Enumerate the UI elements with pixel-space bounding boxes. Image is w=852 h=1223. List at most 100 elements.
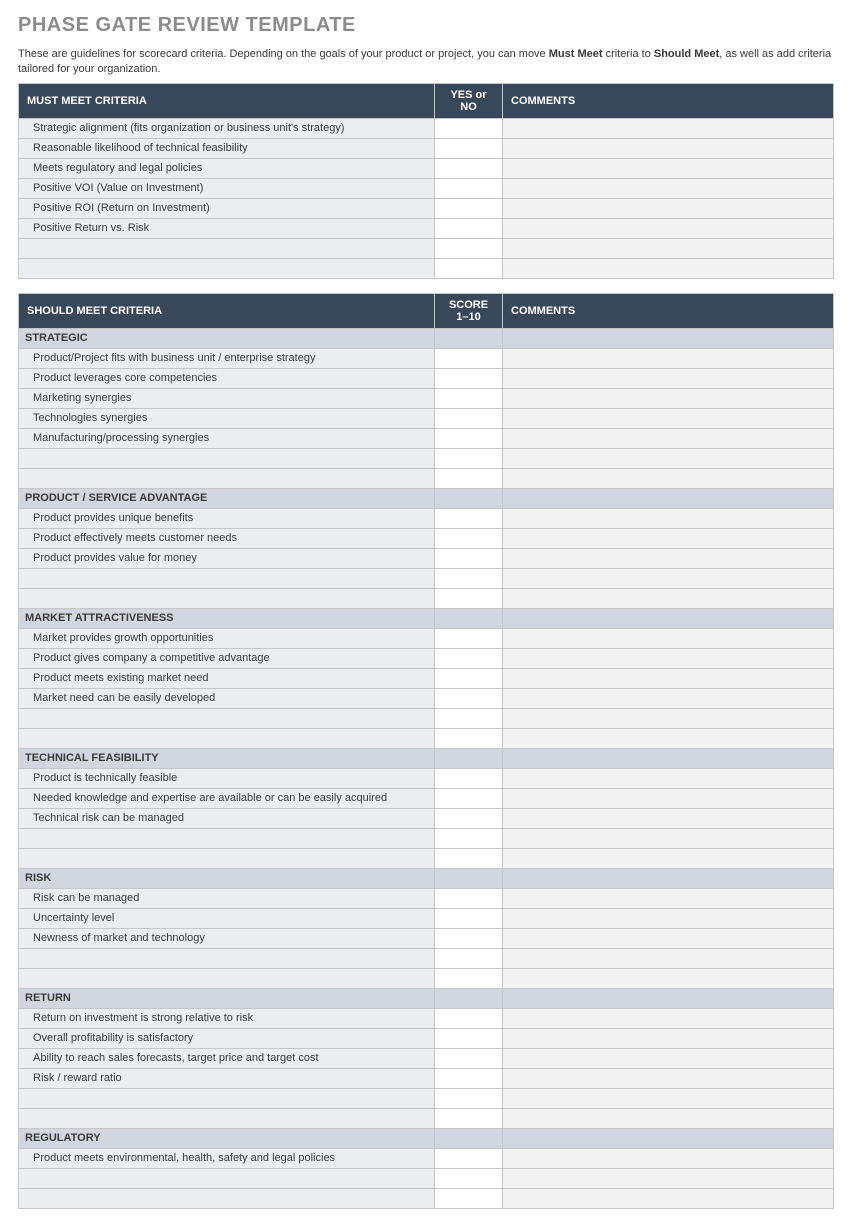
score-cell[interactable] bbox=[435, 1188, 503, 1208]
comment-cell[interactable] bbox=[503, 238, 834, 258]
comment-cell[interactable] bbox=[503, 428, 834, 448]
score-cell[interactable] bbox=[435, 828, 503, 848]
comment-cell[interactable] bbox=[503, 1188, 834, 1208]
score-cell[interactable] bbox=[435, 588, 503, 608]
score-cell[interactable] bbox=[435, 968, 503, 988]
comment-cell[interactable] bbox=[503, 848, 834, 868]
comment-cell[interactable] bbox=[503, 368, 834, 388]
score-cell[interactable] bbox=[435, 138, 503, 158]
must-header-criteria: MUST MEET CRITERIA bbox=[19, 83, 435, 118]
comment-cell[interactable] bbox=[503, 808, 834, 828]
score-cell[interactable] bbox=[435, 1068, 503, 1088]
comment-cell[interactable] bbox=[503, 138, 834, 158]
comment-cell[interactable] bbox=[503, 258, 834, 278]
score-cell[interactable] bbox=[435, 948, 503, 968]
score-cell[interactable] bbox=[435, 648, 503, 668]
score-cell[interactable] bbox=[435, 368, 503, 388]
criteria-cell bbox=[19, 568, 435, 588]
comment-cell[interactable] bbox=[503, 528, 834, 548]
comment-cell[interactable] bbox=[503, 628, 834, 648]
comment-cell[interactable] bbox=[503, 888, 834, 908]
comment-cell[interactable] bbox=[503, 1028, 834, 1048]
comment-cell[interactable] bbox=[503, 648, 834, 668]
score-cell[interactable] bbox=[435, 388, 503, 408]
comment-cell[interactable] bbox=[503, 1108, 834, 1128]
comment-cell[interactable] bbox=[503, 1148, 834, 1168]
criteria-cell: Positive VOI (Value on Investment) bbox=[19, 178, 435, 198]
comment-cell[interactable] bbox=[503, 568, 834, 588]
score-cell[interactable] bbox=[435, 628, 503, 648]
score-cell[interactable] bbox=[435, 708, 503, 728]
comment-cell[interactable] bbox=[503, 1008, 834, 1028]
criteria-cell: Marketing synergies bbox=[19, 388, 435, 408]
comment-cell[interactable] bbox=[503, 948, 834, 968]
score-cell[interactable] bbox=[435, 218, 503, 238]
comment-cell[interactable] bbox=[503, 468, 834, 488]
comment-cell[interactable] bbox=[503, 768, 834, 788]
score-cell[interactable] bbox=[435, 348, 503, 368]
comment-cell[interactable] bbox=[503, 118, 834, 138]
comment-cell[interactable] bbox=[503, 348, 834, 368]
comment-cell[interactable] bbox=[503, 968, 834, 988]
score-cell[interactable] bbox=[435, 508, 503, 528]
comment-cell[interactable] bbox=[503, 908, 834, 928]
comment-cell[interactable] bbox=[503, 1088, 834, 1108]
comment-cell[interactable] bbox=[503, 588, 834, 608]
score-cell[interactable] bbox=[435, 258, 503, 278]
intro-text: These are guidelines for scorecard crite… bbox=[18, 47, 834, 77]
score-cell[interactable] bbox=[435, 428, 503, 448]
comment-cell[interactable] bbox=[503, 158, 834, 178]
score-cell[interactable] bbox=[435, 928, 503, 948]
score-cell[interactable] bbox=[435, 1148, 503, 1168]
comment-cell[interactable] bbox=[503, 448, 834, 468]
score-cell[interactable] bbox=[435, 118, 503, 138]
comment-cell[interactable] bbox=[503, 1068, 834, 1088]
criteria-row: Positive Return vs. Risk bbox=[19, 218, 834, 238]
comment-cell[interactable] bbox=[503, 668, 834, 688]
comment-cell[interactable] bbox=[503, 508, 834, 528]
comment-cell[interactable] bbox=[503, 548, 834, 568]
comment-cell[interactable] bbox=[503, 218, 834, 238]
score-cell[interactable] bbox=[435, 668, 503, 688]
score-cell[interactable] bbox=[435, 1048, 503, 1068]
score-cell[interactable] bbox=[435, 888, 503, 908]
criteria-cell bbox=[19, 468, 435, 488]
comment-cell[interactable] bbox=[503, 828, 834, 848]
comment-cell[interactable] bbox=[503, 178, 834, 198]
score-cell[interactable] bbox=[435, 848, 503, 868]
comment-cell[interactable] bbox=[503, 408, 834, 428]
comment-cell[interactable] bbox=[503, 788, 834, 808]
criteria-cell bbox=[19, 258, 435, 278]
comment-cell[interactable] bbox=[503, 388, 834, 408]
score-cell[interactable] bbox=[435, 238, 503, 258]
score-cell[interactable] bbox=[435, 688, 503, 708]
comment-cell[interactable] bbox=[503, 728, 834, 748]
comment-cell[interactable] bbox=[503, 1168, 834, 1188]
score-cell[interactable] bbox=[435, 1168, 503, 1188]
score-cell[interactable] bbox=[435, 468, 503, 488]
comment-cell[interactable] bbox=[503, 688, 834, 708]
score-cell[interactable] bbox=[435, 728, 503, 748]
criteria-row: Product gives company a competitive adva… bbox=[19, 648, 834, 668]
score-cell[interactable] bbox=[435, 768, 503, 788]
comment-cell[interactable] bbox=[503, 1048, 834, 1068]
score-cell[interactable] bbox=[435, 528, 503, 548]
score-cell[interactable] bbox=[435, 548, 503, 568]
score-cell[interactable] bbox=[435, 1028, 503, 1048]
comment-cell[interactable] bbox=[503, 708, 834, 728]
score-cell[interactable] bbox=[435, 568, 503, 588]
score-cell[interactable] bbox=[435, 1008, 503, 1028]
criteria-row bbox=[19, 238, 834, 258]
score-cell[interactable] bbox=[435, 788, 503, 808]
score-cell[interactable] bbox=[435, 1088, 503, 1108]
score-cell[interactable] bbox=[435, 448, 503, 468]
comment-cell[interactable] bbox=[503, 198, 834, 218]
score-cell[interactable] bbox=[435, 1108, 503, 1128]
comment-cell[interactable] bbox=[503, 928, 834, 948]
score-cell[interactable] bbox=[435, 908, 503, 928]
score-cell[interactable] bbox=[435, 808, 503, 828]
score-cell[interactable] bbox=[435, 178, 503, 198]
score-cell[interactable] bbox=[435, 198, 503, 218]
score-cell[interactable] bbox=[435, 408, 503, 428]
score-cell[interactable] bbox=[435, 158, 503, 178]
